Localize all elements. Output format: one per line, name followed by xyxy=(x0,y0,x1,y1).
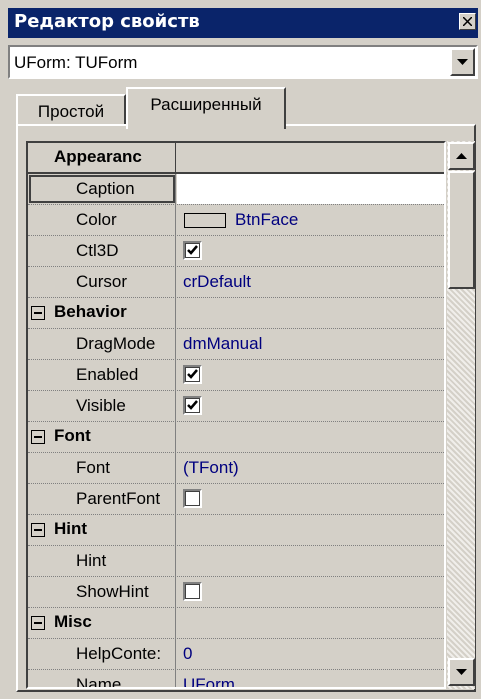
close-icon xyxy=(463,17,472,26)
category-row-misc[interactable]: Misc xyxy=(28,608,444,639)
property-value: (TFont) xyxy=(183,458,239,477)
collapse-icon[interactable] xyxy=(31,523,45,537)
property-name: Color xyxy=(76,210,117,229)
chevron-down-icon xyxy=(456,669,467,675)
category-name: Hint xyxy=(54,519,88,538)
ctl3d-checkbox[interactable] xyxy=(183,241,202,260)
enabled-checkbox[interactable] xyxy=(183,365,202,384)
property-grid: Appearanc Caption Color BtnFace Ctl3D Cu… xyxy=(26,141,446,689)
window-title: Редактор свойств xyxy=(14,11,200,32)
property-row-cursor[interactable]: Cursor crDefault xyxy=(28,267,444,298)
property-name: ParentFont xyxy=(76,489,161,508)
category-row-font[interactable]: Font xyxy=(28,422,444,453)
property-name: Font xyxy=(76,458,111,477)
object-selector[interactable]: UForm: TUForm xyxy=(8,45,478,79)
property-row-ctl3d[interactable]: Ctl3D xyxy=(28,236,444,267)
visible-checkbox[interactable] xyxy=(183,396,202,415)
property-value: BtnFace xyxy=(235,210,299,229)
property-row-name[interactable]: Name UForm xyxy=(28,670,444,689)
tab-simple[interactable]: Простой xyxy=(16,94,126,126)
checkmark-icon xyxy=(187,400,198,410)
object-selector-dropdown-button[interactable] xyxy=(450,48,475,76)
category-name: Font xyxy=(54,426,91,445)
property-name: Visible xyxy=(76,396,126,415)
property-value: 0 xyxy=(183,644,193,663)
collapse-icon[interactable] xyxy=(31,306,45,320)
scroll-down-button[interactable] xyxy=(448,658,475,686)
chevron-down-icon xyxy=(457,59,468,65)
property-name: Name xyxy=(76,675,122,689)
title-bar: Редактор свойств xyxy=(8,8,478,38)
category-name: Misc xyxy=(54,612,92,631)
showhint-checkbox[interactable] xyxy=(183,582,202,601)
property-row-font[interactable]: Font (TFont) xyxy=(28,453,444,484)
vertical-scrollbar[interactable] xyxy=(446,141,475,689)
property-name: Enabled xyxy=(76,365,139,384)
category-row-hint[interactable]: Hint xyxy=(28,515,444,546)
property-row-caption[interactable]: Caption xyxy=(28,174,444,205)
parentfont-checkbox[interactable] xyxy=(183,489,202,508)
property-row-showhint[interactable]: ShowHint xyxy=(28,577,444,608)
category-row-behavior[interactable]: Behavior xyxy=(28,298,444,329)
checkmark-icon xyxy=(187,245,198,255)
property-name: ShowHint xyxy=(76,582,149,601)
grid-header-label: Appearanc xyxy=(54,147,142,166)
collapse-icon[interactable] xyxy=(31,430,45,444)
grid-header: Appearanc xyxy=(28,143,444,174)
color-swatch xyxy=(184,213,226,228)
property-value: crDefault xyxy=(183,272,252,291)
property-value: UForm xyxy=(183,675,235,689)
property-row-helpcontext[interactable]: HelpConte: 0 xyxy=(28,639,444,670)
property-row-hint[interactable]: Hint xyxy=(28,546,444,577)
property-row-dragmode[interactable]: DragMode dmManual xyxy=(28,329,444,360)
property-row-color[interactable]: Color BtnFace xyxy=(28,205,444,236)
collapse-icon[interactable] xyxy=(31,616,45,630)
property-name: HelpConte: xyxy=(76,644,162,663)
scroll-up-button[interactable] xyxy=(448,142,475,170)
tab-advanced[interactable]: Расширенный xyxy=(126,87,286,129)
property-row-parentfont[interactable]: ParentFont xyxy=(28,484,444,515)
checkmark-icon xyxy=(187,369,198,379)
property-name: Ctl3D xyxy=(76,241,119,260)
object-selector-value: UForm: TUForm xyxy=(14,53,138,72)
chevron-up-icon xyxy=(456,153,467,159)
category-name: Behavior xyxy=(54,302,127,321)
tab-bar: Простой Расширенный xyxy=(0,86,481,129)
property-row-visible[interactable]: Visible xyxy=(28,391,444,422)
property-name: Cursor xyxy=(76,272,128,291)
property-name: Hint xyxy=(76,551,107,570)
property-row-enabled[interactable]: Enabled xyxy=(28,360,444,391)
scrollbar-thumb[interactable] xyxy=(448,171,475,289)
close-button[interactable] xyxy=(459,13,476,30)
property-value: dmManual xyxy=(183,334,263,353)
property-name: Caption xyxy=(76,179,135,198)
property-name: DragMode xyxy=(76,334,156,353)
